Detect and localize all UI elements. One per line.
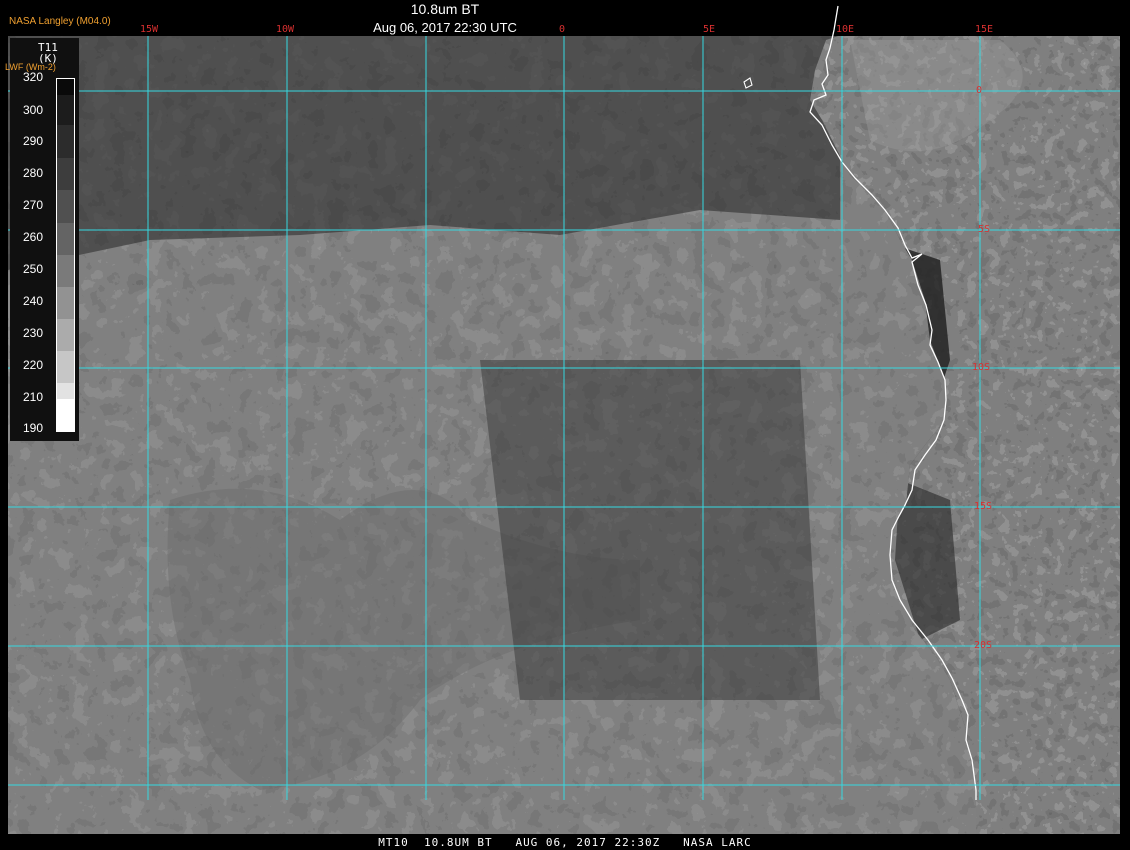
longitude-label-15w: 15W bbox=[140, 24, 159, 35]
latitude-label-5s: 5S bbox=[978, 224, 991, 235]
legend-label: 320 bbox=[22, 70, 44, 84]
producer-label: NASA Langley (M04.0) bbox=[9, 16, 111, 27]
longitude-label-10e: 10E bbox=[836, 24, 855, 35]
legend-label: 300 bbox=[22, 103, 44, 117]
image-footer: MT10 10.8UM BT AUG 06, 2017 22:30Z NASA … bbox=[378, 836, 752, 849]
longitude-label-5e: 5E bbox=[703, 24, 716, 35]
legend-label: 270 bbox=[22, 198, 44, 212]
legend-title: T11 (K) bbox=[38, 42, 58, 64]
longitude-label-0: 0 bbox=[559, 24, 566, 35]
satellite-map bbox=[8, 5, 1120, 834]
legend-label: 210 bbox=[22, 390, 44, 404]
latitude-label-10s: 10S bbox=[972, 362, 991, 373]
image-timestamp: Aug 06, 2017 22:30 UTC bbox=[373, 20, 517, 35]
legend-label: 250 bbox=[22, 262, 44, 276]
legend-label: 290 bbox=[22, 134, 44, 148]
legend-label: 260 bbox=[22, 230, 44, 244]
longitude-label-15e: 15E bbox=[975, 24, 994, 35]
latitude-label-15s: 15S bbox=[974, 501, 993, 512]
legend-label: 230 bbox=[22, 326, 44, 340]
latitude-label-20s: 20S bbox=[974, 640, 993, 651]
legend-label: 280 bbox=[22, 166, 44, 180]
legend-label: 220 bbox=[22, 358, 44, 372]
satellite-image-viewer: 10.8um BT Aug 06, 2017 22:30 UTC NASA La… bbox=[0, 0, 1130, 850]
legend-label: 240 bbox=[22, 294, 44, 308]
image-title: 10.8um BT bbox=[410, 1, 480, 17]
latitude-label-0: 0 bbox=[976, 85, 983, 96]
longitude-label-10w: 10W bbox=[276, 24, 295, 35]
legend-label: 190 bbox=[22, 421, 44, 435]
